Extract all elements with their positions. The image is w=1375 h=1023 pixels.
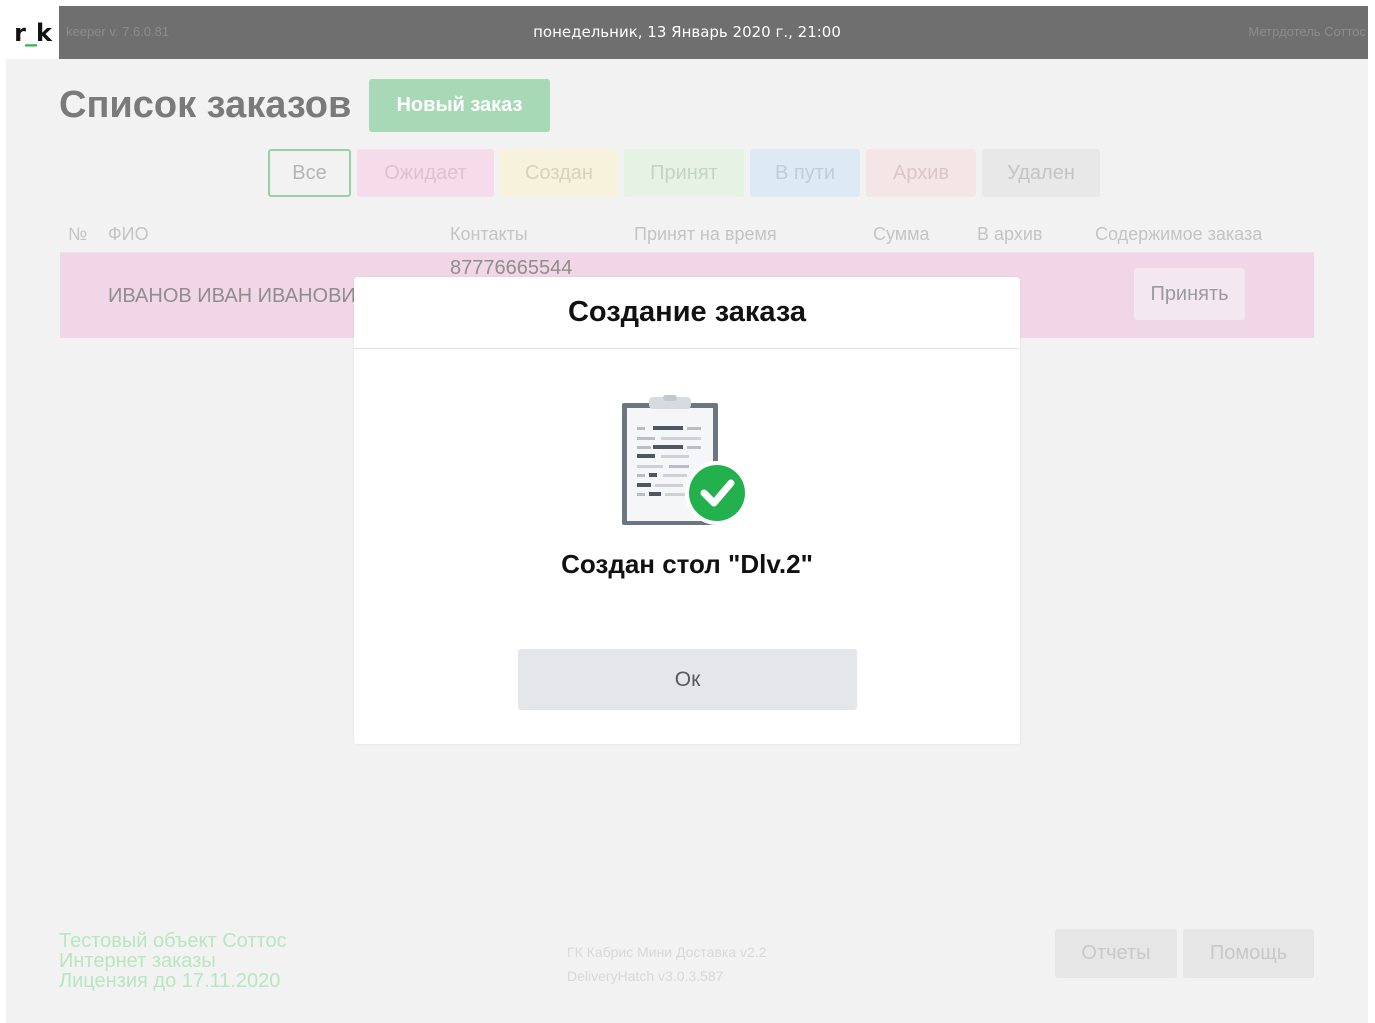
dialog-message: Создан стол "Dlv.2"	[561, 549, 813, 579]
column-contacts: Контакты	[450, 224, 528, 244]
ok-button[interactable]: Ок	[518, 649, 857, 710]
filter-deleted[interactable]: Удален	[982, 149, 1100, 197]
dialog-title: Создание заказа	[354, 277, 1020, 349]
column-accepted-time: Принят на время	[634, 224, 777, 244]
column-archive: В архив	[977, 224, 1043, 244]
license-expiry: Лицензия до 17.11.2020	[59, 970, 281, 992]
module-name: Интернет заказы	[59, 950, 216, 972]
accept-order-button[interactable]: Принять	[1134, 268, 1245, 320]
current-datetime: понедельник, 13 Январь 2020 г., 21:00	[533, 23, 841, 41]
product-version: DeliveryHatch v3.0.3.587	[567, 968, 724, 984]
filter-in-transit[interactable]: В пути	[750, 149, 860, 197]
clipboard-check-icon	[619, 395, 751, 535]
filter-created[interactable]: Создан	[500, 149, 618, 197]
filter-accepted[interactable]: Принят	[624, 149, 744, 197]
column-name: ФИО	[108, 224, 149, 244]
reports-button[interactable]: Отчеты	[1055, 929, 1177, 978]
column-sum: Сумма	[873, 224, 930, 244]
filter-archive[interactable]: Архив	[866, 149, 976, 197]
object-name: Тестовый объект Соттос	[59, 930, 287, 952]
help-button[interactable]: Помощь	[1183, 929, 1314, 978]
table-header: № ФИО Контакты Принят на время Сумма В а…	[60, 215, 1314, 253]
customer-name: ИВАНОВ ИВАН ИВАНОВИЧ	[108, 285, 370, 307]
product-info: ГК Кабрис Мини Доставка v2.2 DeliveryHat…	[567, 940, 766, 988]
order-created-dialog: Создание заказа Создан стол "Dlv.2" Ок	[354, 277, 1020, 744]
filter-all[interactable]: Все	[268, 149, 351, 197]
app-window: r _ k keeper v. 7.6.0.81 понедельник, 13 Я…	[6, 6, 1368, 1023]
column-order-contents: Содержимое заказа	[1095, 224, 1263, 244]
new-order-button[interactable]: Новый заказ	[369, 79, 550, 132]
license-info: Тестовый объект Соттос Интернет заказы Л…	[59, 931, 287, 991]
page-title: Список заказов	[59, 84, 352, 126]
status-filters: Все Ожидает Создан Принят В пути Архив У…	[268, 149, 1100, 197]
column-number: №	[68, 224, 88, 244]
filter-waiting[interactable]: Ожидает	[357, 149, 494, 197]
product-name: ГК Кабрис Мини Доставка v2.2	[567, 944, 767, 960]
current-user: Метрдотель Соттос	[1248, 24, 1366, 39]
top-bar: r _ k keeper v. 7.6.0.81 понедельник, 13 Я…	[6, 6, 1368, 59]
